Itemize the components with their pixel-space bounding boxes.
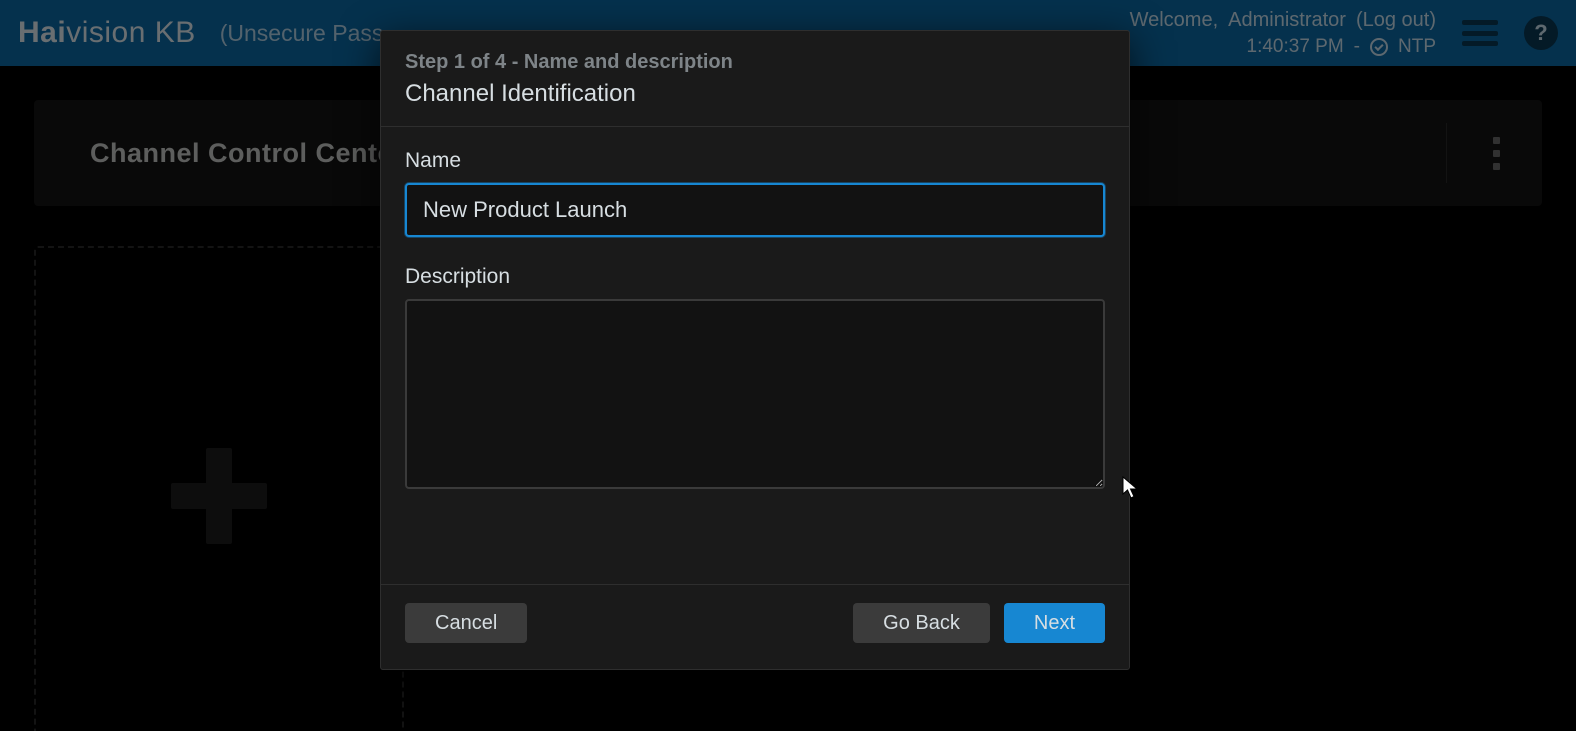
channel-identification-modal: Step 1 of 4 - Name and description Chann… [380,30,1130,670]
modal-footer-right: Go Back Next [853,603,1105,643]
modal-step-indicator: Step 1 of 4 - Name and description [405,51,1105,74]
cancel-button[interactable]: Cancel [405,603,527,643]
modal-header: Step 1 of 4 - Name and description Chann… [381,31,1129,127]
modal-footer: Cancel Go Back Next [381,584,1129,669]
modal-body: Name Description [381,127,1129,584]
modal-title: Channel Identification [405,80,1105,108]
description-textarea[interactable] [405,299,1105,489]
description-label: Description [405,265,1105,289]
name-label: Name [405,149,1105,173]
next-button[interactable]: Next [1004,603,1105,643]
name-input[interactable] [405,183,1105,237]
go-back-button[interactable]: Go Back [853,603,990,643]
